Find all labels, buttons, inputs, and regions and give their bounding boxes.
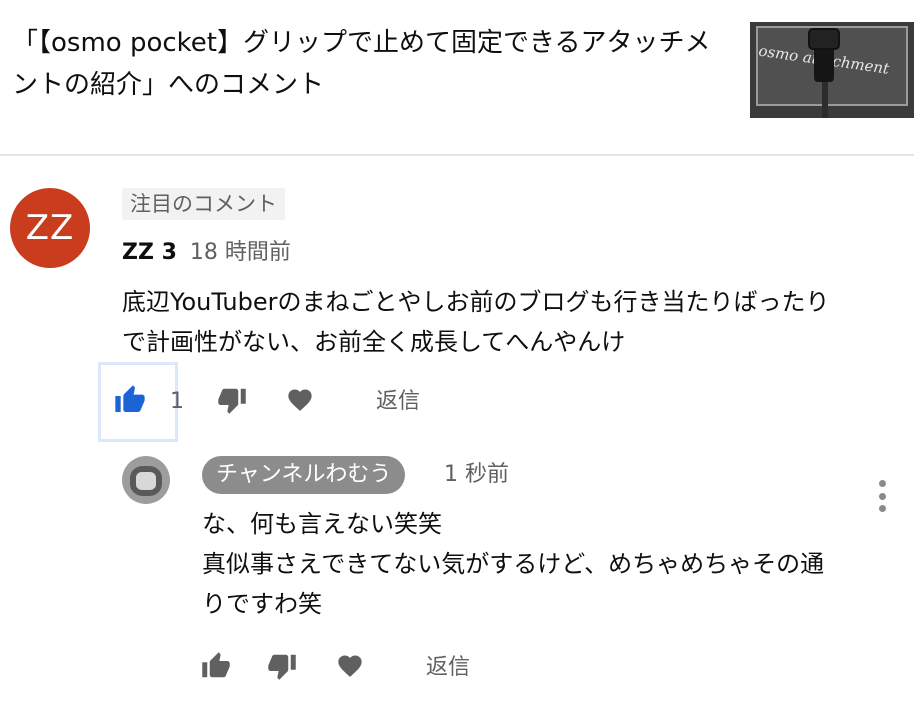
- comment-body: 底辺YouTuberのまねごとやしお前のブログも行き当たりばったりで計画性がない…: [122, 288, 830, 356]
- reply-heart-button[interactable]: [330, 650, 370, 686]
- reply-avatar[interactable]: [122, 456, 170, 504]
- heart-button[interactable]: [282, 384, 318, 420]
- kebab-menu-icon[interactable]: [866, 476, 898, 516]
- reply-dislike-button[interactable]: [262, 650, 302, 686]
- video-header: 「【osmo pocket】グリップで止めて固定できるアタッチメントの紹介」への…: [0, 0, 914, 156]
- reply-body: な、何も言えない笑笑 真似事さえできてない気がするけど、めちゃめちゃその通りです…: [202, 510, 825, 618]
- reply-time[interactable]: 1 秒前: [444, 460, 509, 490]
- thumbnail-gimbal-head: [808, 28, 840, 50]
- heart-icon: [285, 386, 315, 418]
- reply-button[interactable]: 返信: [376, 386, 420, 418]
- reply-avatar-highlight: [136, 472, 156, 490]
- thumbs-up-icon: [200, 651, 232, 685]
- page-title: 「【osmo pocket】グリップで止めて固定できるアタッチメントの紹介」への…: [12, 28, 711, 100]
- like-count: 1: [170, 389, 184, 414]
- like-button[interactable]: [98, 362, 178, 442]
- comment-time[interactable]: 18 時間前: [190, 240, 291, 265]
- thumbnail-stand: [822, 82, 828, 118]
- comment-actions: 1 返信: [98, 362, 558, 442]
- comment-header: ZZ 3 18 時間前: [122, 238, 291, 268]
- channel-owner-badge[interactable]: チャンネルわむう: [202, 456, 406, 494]
- kebab-dot: [878, 492, 886, 500]
- kebab-dot: [878, 505, 886, 512]
- thumbs-down-icon: [216, 385, 248, 419]
- dislike-button[interactable]: [214, 384, 250, 420]
- thumbs-up-icon: [113, 384, 147, 420]
- kebab-dot: [878, 480, 886, 487]
- reply-actions: 返信: [196, 646, 616, 690]
- heart-icon: [335, 652, 365, 684]
- video-thumbnail[interactable]: osmo attachment: [750, 22, 914, 118]
- pinned-badge: 注目のコメント: [122, 188, 285, 220]
- avatar[interactable]: ZZ: [10, 188, 90, 268]
- thumbs-down-icon: [266, 651, 298, 685]
- reply-like-button[interactable]: [196, 650, 236, 686]
- comment-author[interactable]: ZZ 3: [122, 240, 177, 265]
- reply-reply-button[interactable]: 返信: [426, 652, 470, 684]
